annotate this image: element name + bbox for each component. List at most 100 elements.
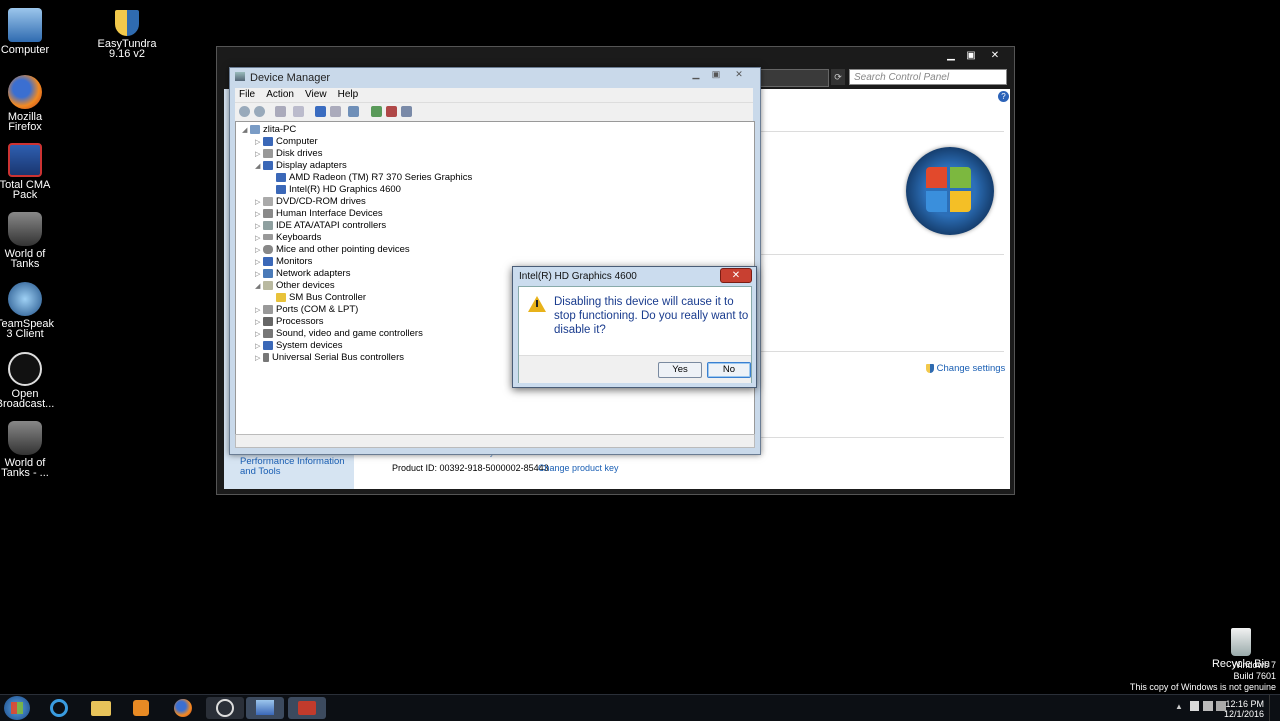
tree-leaf[interactable]: SM Bus Controller [276,292,366,304]
tree-node-label: Sound, video and game controllers [276,328,423,339]
floppy-icon [8,143,42,177]
update-driver-icon[interactable] [371,106,382,117]
help-icon[interactable]: ? [998,91,1009,102]
clock-time: 12:16 PM [1225,699,1264,709]
shield-icon [926,363,934,373]
teamspeak-icon [8,282,42,316]
minimize-icon[interactable]: ▁ [942,50,960,62]
properties-icon[interactable] [293,106,304,117]
forward-icon[interactable] [254,106,265,117]
display-adapter-icon [263,160,273,170]
display-adapter-icon [276,172,286,182]
address-bar[interactable] [757,69,829,87]
expand-arrow-icon[interactable]: ◢ [242,125,250,137]
device-manager-window[interactable]: Device Manager ▁ ▣ ✕ File Action View He… [229,67,761,455]
windows-flag-icon [11,702,23,714]
desktop-icon-obs[interactable]: Open Broadcast... [0,352,57,410]
change-settings-link[interactable]: Change settings [926,363,1005,374]
close-icon[interactable]: ✕ [986,50,1004,62]
obs-icon [216,699,234,717]
tree-node-label: zlita-PC [263,124,297,135]
menu-action[interactable]: Action [266,88,294,102]
dialog-button-bar: Yes No [519,355,751,383]
computer-icon [263,136,273,146]
expand-arrow-icon[interactable]: ◢ [255,281,263,293]
desktop-icon-firefox[interactable]: Mozilla Firefox [0,75,57,133]
tree-leaf[interactable]: AMD Radeon (TM) R7 370 Series Graphics [276,172,472,184]
taskbar-internet-explorer[interactable] [40,697,78,719]
taskbar-firefox[interactable] [164,697,202,719]
search-input[interactable]: Search Control Panel [849,69,1007,85]
speaker-icon [263,328,273,338]
maximize-icon[interactable]: ▣ [962,50,980,62]
device-manager-icon [235,72,245,81]
uninstall-icon[interactable] [386,106,397,117]
menu-view[interactable]: View [305,88,327,102]
port-icon [263,304,273,314]
taskbar-media-player[interactable] [122,697,160,719]
firefox-icon [8,75,42,109]
expand-arrow-icon[interactable]: ◢ [255,161,263,173]
dvd-drive-icon [263,196,273,206]
network-icon[interactable] [1203,701,1213,711]
desktop-icon-easytundra[interactable]: EasyTundra 9.16 v2 [95,10,159,60]
tree-node-label: System devices [276,340,343,351]
watermark-line: Windows 7 [1231,660,1276,670]
desktop-icon-teamspeak[interactable]: TeamSpeak 3 Client [0,282,57,340]
close-icon[interactable]: ✕ [720,268,752,283]
back-icon[interactable] [239,106,250,117]
warning-device-icon [276,292,286,302]
help-icon[interactable] [315,106,326,117]
desktop-icon-label: Total CMA Pack [0,179,51,201]
maximize-icon[interactable]: ▣ [708,69,724,79]
taskbar-control-panel[interactable] [246,697,284,719]
tree-node-label: Ports (COM & LPT) [276,304,359,315]
tree-node-label: Intel(R) HD Graphics 4600 [289,184,401,195]
network-adapter-icon [263,268,273,278]
disable-icon[interactable] [401,106,412,117]
desktop-icon-world-of-tanks[interactable]: World of Tanks [0,212,57,270]
minimize-icon[interactable]: ▁ [688,69,704,79]
clock[interactable]: 12:16 PM 12/1/2016 [1224,699,1264,719]
tray-up-arrow-icon[interactable]: ▲ [1175,702,1183,711]
menu-help[interactable]: Help [338,88,359,102]
taskbar-obs[interactable] [206,697,244,719]
yes-button[interactable]: Yes [658,362,702,378]
watermark-line: This copy of Windows is not genuine [1129,682,1276,692]
window-title: Device Manager [250,72,331,84]
divider [754,351,1004,352]
performance-info-link[interactable]: Performance Information and Tools [240,457,350,477]
tree-node-label: Human Interface Devices [276,208,383,219]
tree-node-label: Computer [276,136,318,147]
app-icon [298,701,316,715]
view-icon[interactable] [330,106,341,117]
start-button[interactable] [4,696,30,720]
show-hide-tree-icon[interactable] [275,106,286,117]
expand-arrow-icon[interactable]: ▷ [255,353,263,365]
ide-controller-icon [263,220,273,230]
desktop-icon-total-cma[interactable]: Total CMA Pack [0,143,57,201]
action-center-flag-icon[interactable] [1190,701,1199,711]
no-button[interactable]: No [707,362,751,378]
change-product-key-link[interactable]: Change product key [538,463,619,473]
tree-node-label: Processors [276,316,324,327]
desktop-icon-label: Computer [0,44,50,56]
taskbar-file-explorer[interactable] [82,697,120,719]
taskbar-app-red[interactable] [288,697,326,719]
computer-icon [8,8,42,42]
scan-hardware-icon[interactable] [348,106,359,117]
tree-node-label: AMD Radeon (TM) R7 370 Series Graphics [289,172,473,183]
obs-icon [8,352,42,386]
refresh-icon[interactable]: ⟳ [831,69,845,85]
tree-leaf[interactable]: Intel(R) HD Graphics 4600 [276,184,401,196]
monitor-icon [263,256,273,266]
divider [754,254,1004,255]
desktop-icon-label: EasyTundra 9.16 v2 [97,38,157,60]
tree-node[interactable]: ▷ Universal Serial Bus controllers [255,352,404,365]
menu-file[interactable]: File [239,88,255,102]
desktop-icon-world-of-tanks-2[interactable]: World of Tanks - ... [0,421,57,479]
desktop-icon-computer[interactable]: Computer [0,8,57,56]
disable-device-dialog[interactable]: Intel(R) HD Graphics 4600 ✕ Disabling th… [512,266,757,388]
close-icon[interactable]: ✕ [730,69,748,79]
show-desktop-button[interactable] [1269,695,1280,721]
